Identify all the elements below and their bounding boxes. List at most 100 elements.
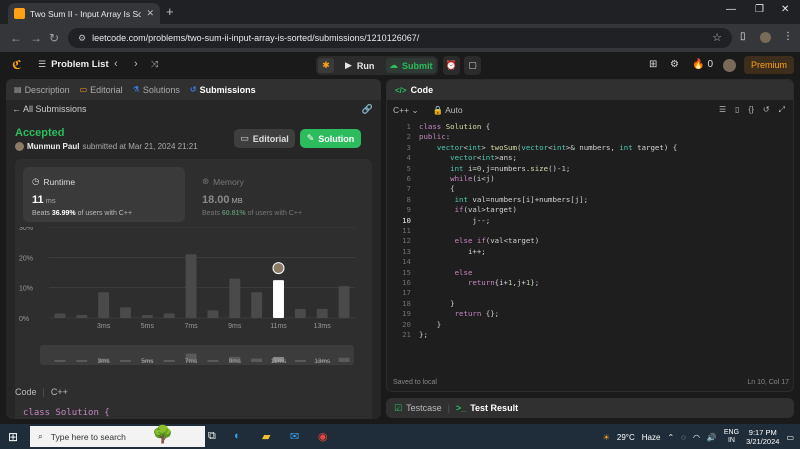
submitter-name[interactable]: Munmun Paul: [27, 142, 79, 151]
format-icon[interactable]: ☰: [719, 105, 726, 115]
stats-box: ◷ Runtime 11 ms Beats 36.99% of users with…: [15, 159, 372, 411]
test-result-tab[interactable]: >_ Test Result: [456, 403, 518, 413]
submit-label: Submit: [402, 60, 433, 71]
profile-avatar[interactable]: [760, 32, 771, 43]
shuffle-icon[interactable]: ⤨: [151, 59, 158, 70]
edge-icon[interactable]: ◐: [234, 430, 241, 442]
runtime-beats-value: 36.99%: [51, 210, 76, 217]
memory-card[interactable]: ⊛ Memory 18.00 MB Beats 60.81% of users wi…: [193, 167, 363, 222]
tab-editorial[interactable]: ▭ Editorial: [80, 85, 123, 95]
tab-solutions[interactable]: ⚗ Solutions: [133, 85, 180, 95]
side-panel-icon[interactable]: ▯: [740, 31, 746, 42]
task-view-icon[interactable]: ⧉: [208, 430, 216, 443]
tab-submissions[interactable]: ↺ Submissions: [190, 85, 256, 95]
editorial-button[interactable]: ▭ Editorial: [234, 129, 295, 148]
runtime-card[interactable]: ◷ Runtime 11 ms Beats 36.99% of users with…: [23, 167, 185, 222]
code-line[interactable]: vector<int> twoSum(vector<int>& numbers,…: [419, 143, 677, 152]
code-tab-label[interactable]: Code: [411, 85, 434, 95]
code-line[interactable]: int val=numbers[i]+numbers[j];: [419, 195, 589, 204]
leetcode-logo-icon[interactable]: ℭ: [12, 58, 26, 72]
memory-number: 18.00: [202, 194, 230, 206]
user-avatar[interactable]: [723, 59, 736, 72]
submit-button[interactable]: ☁ Submit: [386, 58, 436, 73]
wifi-icon[interactable]: ◠: [693, 433, 700, 442]
restore-icon[interactable]: ❐: [755, 4, 764, 15]
memory-beats: Beats 60.81% of users with C++: [202, 210, 302, 217]
problem-list-link[interactable]: ☰ Problem List: [38, 59, 109, 70]
run-button[interactable]: ▶ Run: [340, 58, 384, 73]
url-omnibox[interactable]: ⚙ leetcode.com/problems/two-sum-ii-input…: [68, 28, 732, 48]
clock[interactable]: 9:17 PM 3/21/2024: [746, 428, 779, 446]
taskbar-search[interactable]: ⌕ Type here to search: [30, 426, 205, 447]
code-line[interactable]: return{i+1,j+1};: [419, 278, 539, 287]
code-line[interactable]: if(val>target): [419, 205, 517, 214]
file-explorer-icon[interactable]: ▰: [262, 430, 270, 443]
testcase-tab[interactable]: ☑ Testcase: [394, 403, 442, 414]
code-line[interactable]: int i=0,j=numbers.size()-1;: [419, 164, 570, 173]
x-tick-label: 11ms: [270, 323, 287, 330]
braces-icon[interactable]: {}: [749, 105, 754, 115]
solution-button[interactable]: ✎ Solution: [300, 129, 361, 148]
auto-mode[interactable]: 🔒 Auto: [433, 105, 463, 116]
chevron-up-icon[interactable]: ⌃: [667, 433, 674, 442]
volume-icon[interactable]: 🔊: [707, 433, 717, 442]
code-line[interactable]: class Solution {: [419, 122, 490, 131]
network-icon[interactable]: ◌: [681, 433, 686, 442]
timer-button[interactable]: ⏰: [443, 56, 460, 75]
all-submissions-link[interactable]: ← All Submissions: [12, 104, 87, 114]
forward-arrow-icon[interactable]: →: [30, 31, 42, 45]
code-line[interactable]: public:: [419, 132, 450, 141]
line-number: 21: [402, 330, 411, 339]
chrome-icon[interactable]: ◉: [318, 430, 328, 443]
code-preview[interactable]: class Solution {: [15, 401, 372, 419]
code-preview-text: class Solution {: [23, 408, 110, 418]
streak-counter[interactable]: 🔥 0: [692, 59, 713, 70]
test-panel-bar: ☑ Testcase | >_ Test Result: [386, 398, 794, 418]
site-info-icon[interactable]: ⚙: [78, 33, 86, 44]
layout-icon[interactable]: ⊞: [649, 59, 657, 70]
code-line[interactable]: vector<int>ans;: [419, 153, 517, 162]
debug-button[interactable]: ✱: [318, 58, 334, 73]
code-line[interactable]: while(i<j): [419, 174, 495, 183]
premium-button[interactable]: Premium: [744, 56, 794, 74]
close-tab-icon[interactable]: ✕: [146, 8, 154, 19]
bookmark-icon[interactable]: ▯: [735, 105, 739, 115]
chrome-menu-icon[interactable]: ⋮: [783, 31, 793, 42]
browser-tab[interactable]: Two Sum II - Input Array Is Sort ✕: [8, 3, 160, 24]
code-line[interactable]: else if(val<target): [419, 236, 540, 245]
line-number: 4: [406, 153, 411, 163]
fullscreen-icon[interactable]: ⤢: [779, 105, 785, 115]
reset-icon[interactable]: ↺: [763, 105, 770, 115]
code-editor[interactable]: 1 class Solution {2 public: 3 vector<int> t…: [387, 122, 793, 372]
code-line[interactable]: }: [419, 320, 441, 329]
language-indicator[interactable]: ENG IN: [724, 429, 739, 445]
temperature[interactable]: 29°C: [617, 433, 635, 442]
runtime-label: Runtime: [43, 176, 76, 187]
windows-start-icon[interactable]: ⊞: [8, 430, 18, 444]
mail-icon[interactable]: ✉: [290, 430, 299, 443]
editor-tool-icons: ☰ ▯ {} ↺ ⤢: [719, 105, 785, 115]
back-arrow-icon[interactable]: ←: [10, 31, 22, 45]
next-problem-icon[interactable]: ›: [134, 58, 138, 70]
runtime-unit: ms: [45, 196, 56, 205]
prev-problem-icon[interactable]: ‹: [114, 58, 118, 70]
tab-description[interactable]: ▤ Description: [14, 85, 70, 95]
code-line[interactable]: }: [419, 299, 454, 308]
new-tab-icon[interactable]: +: [166, 4, 174, 19]
code-line[interactable]: else: [419, 268, 473, 277]
window-close-icon[interactable]: ✕: [781, 4, 789, 15]
code-line[interactable]: };: [419, 330, 428, 339]
code-line[interactable]: i++;: [419, 247, 486, 256]
code-line[interactable]: return {};: [419, 309, 500, 318]
bookmark-star-icon[interactable]: ☆: [712, 31, 722, 44]
notes-button[interactable]: ▢: [464, 56, 481, 75]
tree-decoration-icon: 🌳: [152, 425, 174, 444]
language-select[interactable]: C++ ⌄: [393, 105, 419, 116]
copy-link-icon[interactable]: 🔗: [362, 104, 373, 115]
code-line[interactable]: {: [419, 184, 454, 193]
notification-icon[interactable]: ▭: [786, 433, 794, 442]
settings-gear-icon[interactable]: ⚙: [670, 59, 679, 70]
code-line[interactable]: j--;: [419, 216, 490, 225]
reload-icon[interactable]: ↻: [49, 31, 59, 45]
minimize-icon[interactable]: —: [726, 4, 736, 15]
